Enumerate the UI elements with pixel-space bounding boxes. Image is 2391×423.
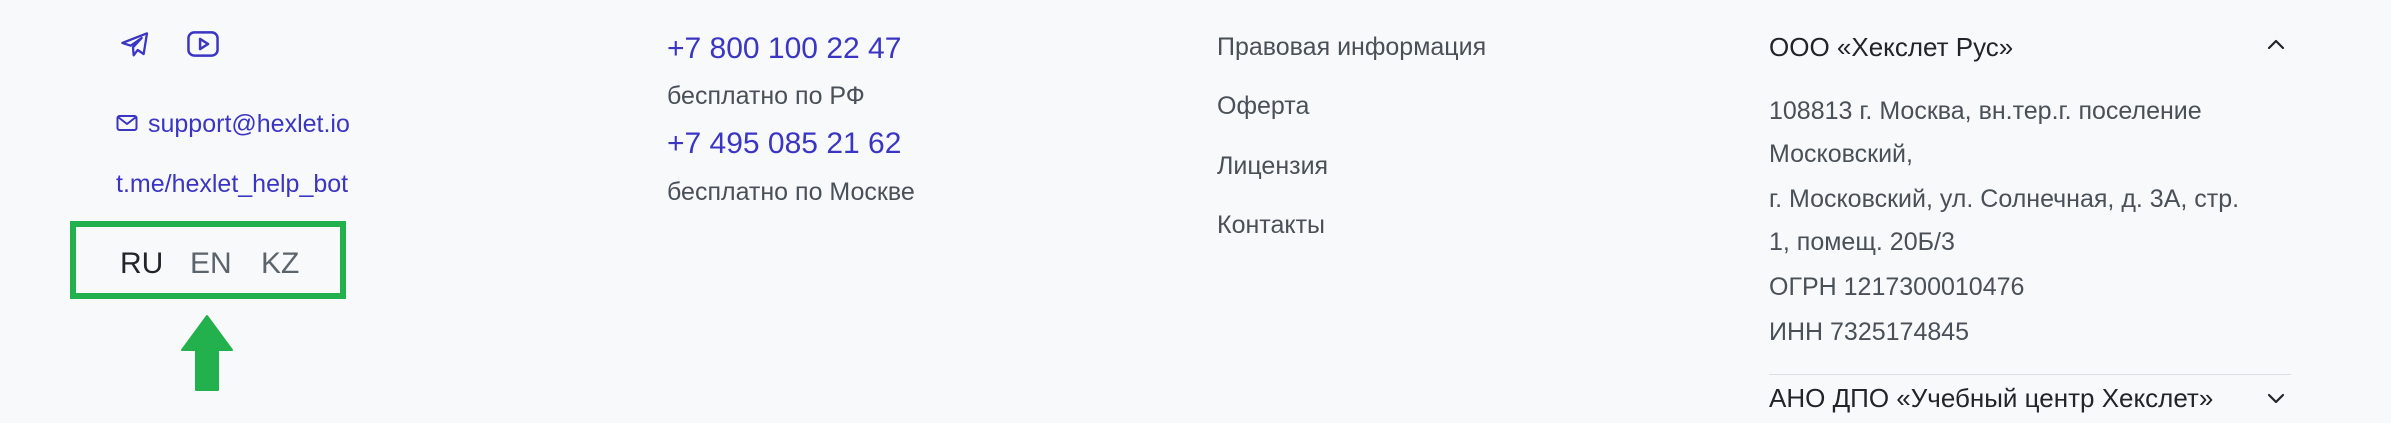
phone-link-2[interactable]: +7 495 085 21 62 <box>667 127 901 161</box>
company-accordion-title[interactable]: ООО «Хекслет Рус» <box>1769 32 2013 63</box>
email-link[interactable]: support@hexlet.io <box>116 110 350 139</box>
bot-link[interactable]: t.me/hexlet_help_bot <box>116 170 348 199</box>
inn-line: ИНН 7325174845 <box>1769 318 1970 346</box>
address-line-3: г. Московский, ул. Солнечная, д. 3А, стр… <box>1769 185 2240 213</box>
chevron-up-icon[interactable] <box>2265 34 2287 61</box>
accordion-divider <box>1769 374 2291 375</box>
lang-en[interactable]: EN <box>190 249 232 279</box>
lang-ru[interactable]: RU <box>120 249 163 279</box>
arrow-up-icon <box>180 314 234 397</box>
phone-link-1[interactable]: +7 800 100 22 47 <box>667 32 901 66</box>
youtube-icon[interactable] <box>185 28 221 60</box>
address-line-1: 108813 г. Москва, вн.тер.г. поселение <box>1769 97 2202 125</box>
lang-kz[interactable]: KZ <box>261 249 299 279</box>
phone-note-2: бесплатно по Москве <box>667 178 915 206</box>
contacts-link[interactable]: Контакты <box>1217 211 1325 240</box>
phone-note-1: бесплатно по РФ <box>667 82 865 110</box>
company2-accordion-title[interactable]: АНО ДПО «Учебный центр Хекслет» <box>1769 383 2213 414</box>
legal-info-link[interactable]: Правовая информация <box>1217 33 1486 62</box>
email-text: support@hexlet.io <box>148 110 350 138</box>
mail-icon <box>116 110 138 139</box>
telegram-icon[interactable] <box>118 28 152 60</box>
offer-link[interactable]: Оферта <box>1217 92 1309 121</box>
license-link[interactable]: Лицензия <box>1217 152 1328 181</box>
address-line-4: 1, помещ. 20Б/3 <box>1769 228 1955 256</box>
language-switcher-highlight: RU EN KZ <box>70 221 346 299</box>
chevron-down-icon[interactable] <box>2265 387 2287 414</box>
ogrn-line: ОГРН 1217300010476 <box>1769 273 2025 301</box>
address-line-2: Московский, <box>1769 140 1913 168</box>
